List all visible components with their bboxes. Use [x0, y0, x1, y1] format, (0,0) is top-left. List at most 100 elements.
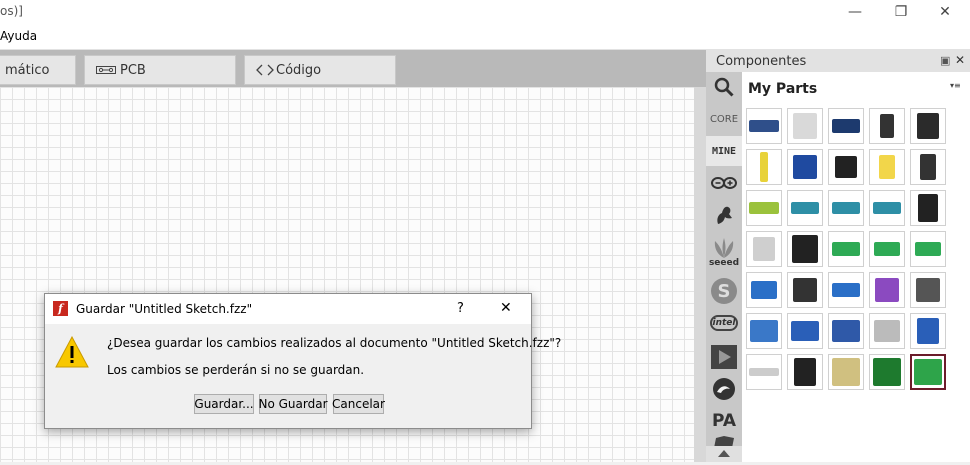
part-image [832, 242, 860, 256]
part-thumbnail[interactable] [869, 190, 905, 226]
part-image [760, 152, 768, 182]
search-icon [714, 77, 734, 97]
bin-title: My Parts [748, 81, 818, 97]
minimize-button[interactable]: — [832, 0, 878, 23]
sparkfun-icon: S [711, 278, 737, 304]
part-thumbnail[interactable] [869, 354, 905, 390]
part-thumbnail[interactable] [787, 272, 823, 308]
bin-mine-label: MINE [711, 145, 737, 157]
part-thumbnail[interactable] [787, 190, 823, 226]
part-image [920, 154, 936, 180]
maximize-icon: ❐ [894, 3, 908, 20]
part-thumbnail[interactable] [869, 149, 905, 185]
part-thumbnail[interactable] [787, 108, 823, 144]
dialog-title: Guardar "Untitled Sketch.fzz" [76, 302, 253, 316]
part-image [832, 320, 860, 342]
part-thumbnail[interactable] [869, 231, 905, 267]
fritzing-hand-icon [714, 204, 734, 226]
part-thumbnail[interactable] [828, 149, 864, 185]
bin-area: My Parts ▾≡ [742, 72, 970, 462]
bin-pa[interactable]: PA [706, 406, 742, 436]
part-thumbnail[interactable] [910, 149, 946, 185]
part-image [750, 320, 778, 342]
intel-icon: intel [710, 315, 738, 331]
save-button[interactable]: Guardar... [194, 394, 254, 414]
menu-bar: Ayuda [0, 23, 970, 50]
part-image [753, 237, 775, 261]
bin-intel[interactable]: intel [706, 308, 742, 338]
part-thumbnail[interactable] [910, 313, 946, 349]
part-thumbnail[interactable] [746, 313, 782, 349]
part-thumbnail[interactable] [910, 231, 946, 267]
part-image [917, 318, 939, 344]
part-thumbnail[interactable] [746, 231, 782, 267]
part-thumbnail[interactable] [828, 231, 864, 267]
part-image [832, 119, 860, 133]
part-thumbnail[interactable] [746, 108, 782, 144]
tab-code[interactable]: Código [244, 55, 396, 85]
play-icon [711, 345, 737, 369]
part-image [832, 202, 860, 214]
part-thumbnail[interactable] [787, 231, 823, 267]
part-thumbnail[interactable] [746, 272, 782, 308]
part-image [749, 120, 779, 132]
bin-fritzing[interactable] [706, 200, 742, 230]
close-panel-icon[interactable]: ✕ [955, 53, 965, 67]
bin-sparkfun[interactable]: S [706, 276, 742, 306]
part-thumbnail[interactable] [910, 272, 946, 308]
dialog-close-button[interactable]: ✕ [500, 300, 512, 316]
part-thumbnail[interactable] [869, 108, 905, 144]
seeed-icon [711, 237, 737, 259]
bin-arduino[interactable] [706, 168, 742, 198]
tab-code-label: Código [276, 62, 322, 78]
bins-scroll-down-button[interactable] [706, 446, 742, 462]
tab-schematic[interactable]: mático [0, 55, 76, 85]
part-thumbnail[interactable] [828, 108, 864, 144]
warning-icon [55, 336, 89, 368]
components-panel-title: Componentes [716, 54, 807, 69]
bin-tabs: CORE MINE seeed S intel PA [706, 72, 742, 462]
part-thumbnail[interactable] [828, 272, 864, 308]
part-thumbnail[interactable] [746, 354, 782, 390]
close-icon: ✕ [939, 3, 951, 20]
maximize-button[interactable]: ❐ [878, 0, 924, 23]
part-image [793, 113, 817, 139]
part-thumbnail[interactable] [828, 313, 864, 349]
part-thumbnail[interactable] [828, 190, 864, 226]
bin-snootlab[interactable] [706, 374, 742, 404]
window-titlebar: os)] — ❐ ✕ [0, 0, 970, 23]
dont-save-button[interactable]: No Guardar [258, 394, 328, 414]
help-button[interactable]: ? [457, 301, 464, 316]
bin-mine[interactable]: MINE [706, 136, 742, 166]
float-panel-icon[interactable]: ▣ [940, 54, 950, 67]
part-image [873, 202, 901, 214]
part-thumbnail[interactable] [828, 354, 864, 390]
bin-seeed[interactable]: seeed [706, 232, 742, 272]
bin-play[interactable] [706, 342, 742, 372]
pcb-icon [96, 65, 116, 75]
part-image [914, 359, 942, 385]
bin-search[interactable] [706, 72, 742, 102]
part-thumbnail[interactable] [787, 354, 823, 390]
code-icon [255, 64, 275, 76]
tab-pcb[interactable]: PCB [84, 55, 236, 85]
bin-menu-icon[interactable]: ▾≡ [950, 81, 961, 90]
part-thumbnail[interactable] [869, 272, 905, 308]
part-thumbnail[interactable] [910, 354, 946, 390]
part-image [791, 202, 819, 214]
canvas-scrollbar[interactable] [694, 87, 706, 462]
part-thumbnail[interactable] [910, 190, 946, 226]
part-thumbnail[interactable] [746, 190, 782, 226]
part-thumbnail[interactable] [787, 313, 823, 349]
save-dialog: f Guardar "Untitled Sketch.fzz" ? ✕ ¿Des… [44, 293, 561, 429]
part-thumbnail[interactable] [746, 149, 782, 185]
bin-core[interactable]: CORE [706, 104, 742, 134]
part-thumbnail[interactable] [869, 313, 905, 349]
part-thumbnail[interactable] [910, 108, 946, 144]
menu-item-ayuda[interactable]: Ayuda [0, 29, 37, 43]
part-thumbnail[interactable] [787, 149, 823, 185]
cancel-button[interactable]: Cancelar [332, 394, 385, 414]
part-image [835, 156, 857, 178]
fritzing-app-icon: f [53, 301, 68, 316]
close-window-button[interactable]: ✕ [922, 0, 968, 23]
